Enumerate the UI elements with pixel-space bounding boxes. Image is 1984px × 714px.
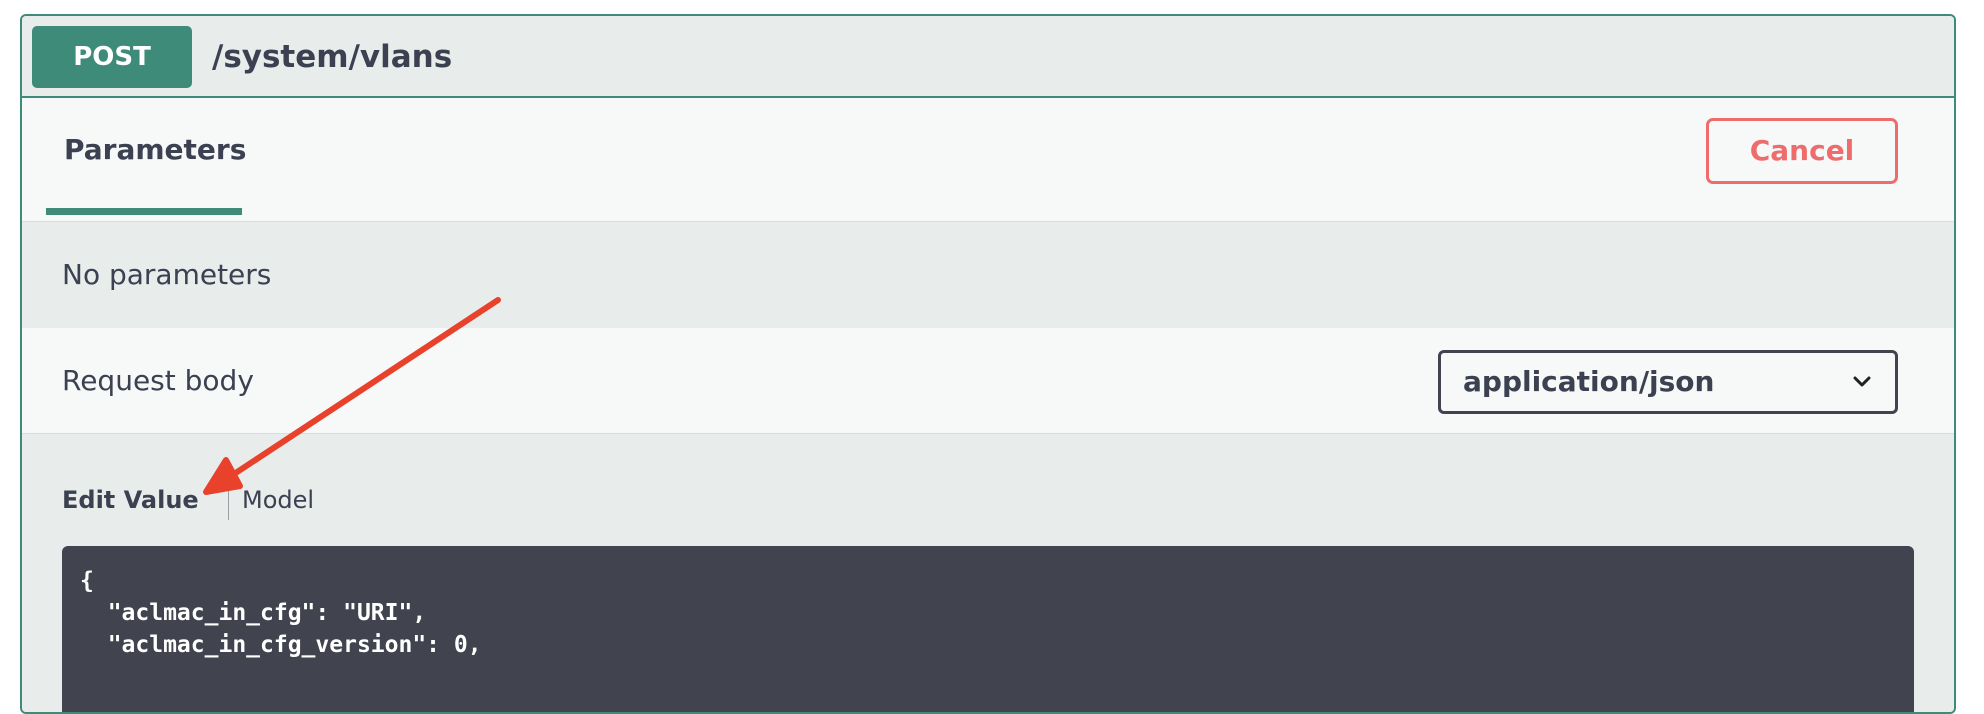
parameters-section: No parameters <box>22 222 1954 328</box>
parameters-tab-bar: Parameters Cancel <box>22 98 1954 222</box>
no-parameters-text: No parameters <box>62 258 272 291</box>
cancel-button[interactable]: Cancel <box>1706 118 1898 184</box>
operation-header[interactable]: POST /system/vlans <box>22 16 1954 98</box>
tab-model[interactable]: Model <box>242 486 314 514</box>
json-body-textarea[interactable]: { "aclmac_in_cfg": "URI", "aclmac_in_cfg… <box>62 546 1914 712</box>
content-type-value: application/json <box>1463 365 1715 398</box>
method-badge: POST <box>32 26 192 88</box>
tab-edit-value[interactable]: Edit Value <box>62 486 199 514</box>
request-body-label: Request body <box>62 364 254 397</box>
request-body-editor: Edit Value Model { "aclmac_in_cfg": "URI… <box>22 434 1954 712</box>
operation-block: POST /system/vlans Parameters Cancel No … <box>20 14 1956 714</box>
code-line: "aclmac_in_cfg_version": 0, <box>80 632 482 658</box>
chevron-down-icon <box>1853 376 1871 387</box>
code-line: "aclmac_in_cfg": "URI", <box>80 600 427 626</box>
tab-parameters[interactable]: Parameters <box>46 98 246 215</box>
tab-divider <box>228 480 229 520</box>
request-body-header: Request body application/json <box>22 328 1954 434</box>
tab-active-indicator <box>46 208 242 215</box>
code-line: { <box>80 568 94 594</box>
content-type-select[interactable]: application/json <box>1438 350 1898 414</box>
endpoint-path: /system/vlans <box>212 39 453 75</box>
